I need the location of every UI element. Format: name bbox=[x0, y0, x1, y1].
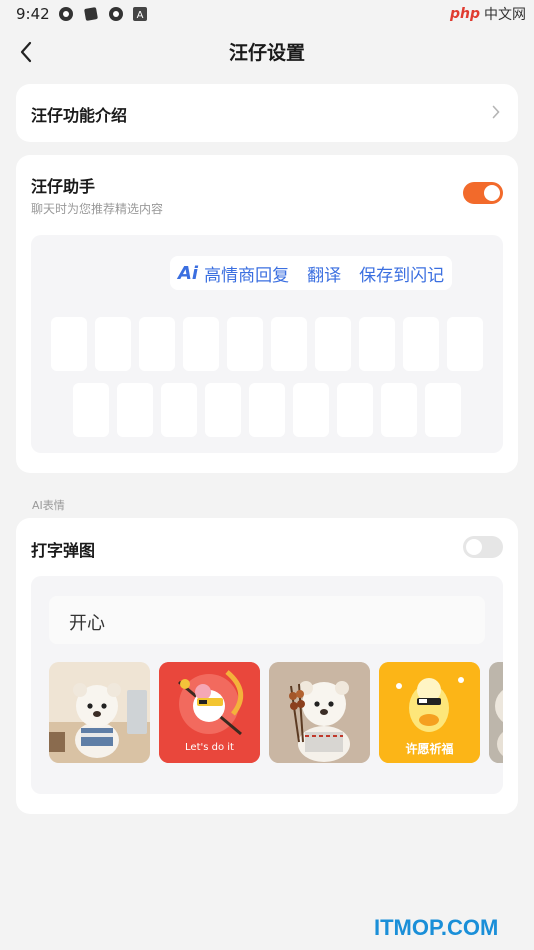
keyboard-key bbox=[403, 317, 439, 371]
typing-sticker-card: 打字弹图 开心 Let's do it 许愿祈福 bbox=[16, 518, 518, 814]
watermark-text: ITMOP.COM bbox=[374, 915, 498, 940]
status-time: 9:42 bbox=[16, 5, 50, 23]
keyboard-key bbox=[161, 383, 197, 437]
notification-icon bbox=[84, 7, 98, 21]
bear-skewers-sticker[interactable] bbox=[269, 662, 370, 763]
toggle-knob bbox=[484, 185, 500, 201]
keyboard-key bbox=[51, 317, 87, 371]
ai-action-translate[interactable]: 翻译 bbox=[307, 261, 341, 286]
page-title: 汪仔设置 bbox=[228, 42, 305, 64]
keyboard-key bbox=[117, 383, 153, 437]
keyboard-key bbox=[271, 317, 307, 371]
keyboard-key bbox=[359, 317, 395, 371]
status-bar: 9:42 A php 中文网 bbox=[0, 0, 534, 28]
bear-desk-image bbox=[49, 662, 150, 763]
ai-bar-item[interactable]: Ai 高情商回复 bbox=[178, 261, 289, 286]
intro-label: 汪仔功能介绍 bbox=[31, 106, 128, 125]
cn-watermark: 中文网 bbox=[484, 7, 526, 23]
notification-icon: A bbox=[133, 7, 147, 21]
keyboard-key bbox=[95, 317, 131, 371]
bear-partial-image bbox=[489, 662, 503, 763]
ai-action-eq-reply: 高情商回复 bbox=[204, 265, 290, 286]
ai-suggestion-bar: Ai 高情商回复 翻译 保存到闪记 bbox=[170, 256, 453, 290]
php-watermark: php bbox=[449, 6, 480, 22]
keyboard-key bbox=[205, 383, 241, 437]
keyboard-key bbox=[425, 383, 461, 437]
typing-sticker-title: 打字弹图 bbox=[31, 541, 96, 560]
keyboard-key bbox=[315, 317, 351, 371]
ai-logo-icon: Ai bbox=[178, 262, 199, 284]
notification-icon bbox=[109, 7, 123, 21]
keyboard-key bbox=[139, 317, 175, 371]
keyboard-key bbox=[293, 383, 329, 437]
preview-input: 开心 bbox=[49, 596, 485, 644]
keyboard-key bbox=[381, 383, 417, 437]
keyboard-key bbox=[337, 383, 373, 437]
keyboard-key bbox=[249, 383, 285, 437]
sticker-caption: 许愿祈福 bbox=[405, 742, 454, 756]
keyboard-key bbox=[227, 317, 263, 371]
nav-bar: 汪仔设置 bbox=[0, 30, 534, 74]
assistant-card: 汪仔助手 聊天时为您推荐精选内容 Ai 高情商回复 翻译 保存到闪记 bbox=[16, 155, 518, 473]
itmop-watermark: ITMOP.COM bbox=[374, 915, 498, 940]
assistant-toggle[interactable] bbox=[463, 182, 503, 204]
toggle-knob bbox=[466, 539, 482, 555]
keyboard-key bbox=[183, 317, 219, 371]
svg-text:A: A bbox=[137, 10, 144, 21]
typing-sticker-toggle[interactable] bbox=[463, 536, 503, 558]
ai-action-save-flash[interactable]: 保存到闪记 bbox=[359, 261, 444, 286]
notification-icon bbox=[59, 7, 73, 21]
assistant-subtitle: 聊天时为您推荐精选内容 bbox=[31, 202, 164, 216]
keyboard-preview: Ai 高情商回复 翻译 保存到闪记 bbox=[31, 235, 503, 453]
sticker-preview: 开心 Let's do it 许愿祈福 bbox=[31, 576, 503, 794]
sticker-caption: Let's do it bbox=[185, 742, 234, 753]
bear-skewers-image bbox=[269, 662, 370, 763]
chevron-right-icon bbox=[492, 105, 500, 119]
status-notification-icons: A bbox=[58, 6, 147, 22]
yellow-blessing-sticker[interactable]: 许愿祈福 bbox=[379, 662, 480, 763]
preview-input-text: 开心 bbox=[69, 613, 105, 634]
bear-desk-sticker[interactable] bbox=[49, 662, 150, 763]
bear-partial-sticker[interactable] bbox=[489, 662, 503, 763]
ai-sticker-section-label: AI表情 bbox=[32, 499, 65, 512]
intro-row[interactable]: 汪仔功能介绍 bbox=[16, 84, 518, 142]
keyboard-key bbox=[447, 317, 483, 371]
watermark-top: php 中文网 bbox=[450, 4, 526, 24]
assistant-title: 汪仔助手 bbox=[31, 177, 96, 196]
lets-do-it-sticker[interactable]: Let's do it bbox=[159, 662, 260, 763]
keyboard-key bbox=[73, 383, 109, 437]
